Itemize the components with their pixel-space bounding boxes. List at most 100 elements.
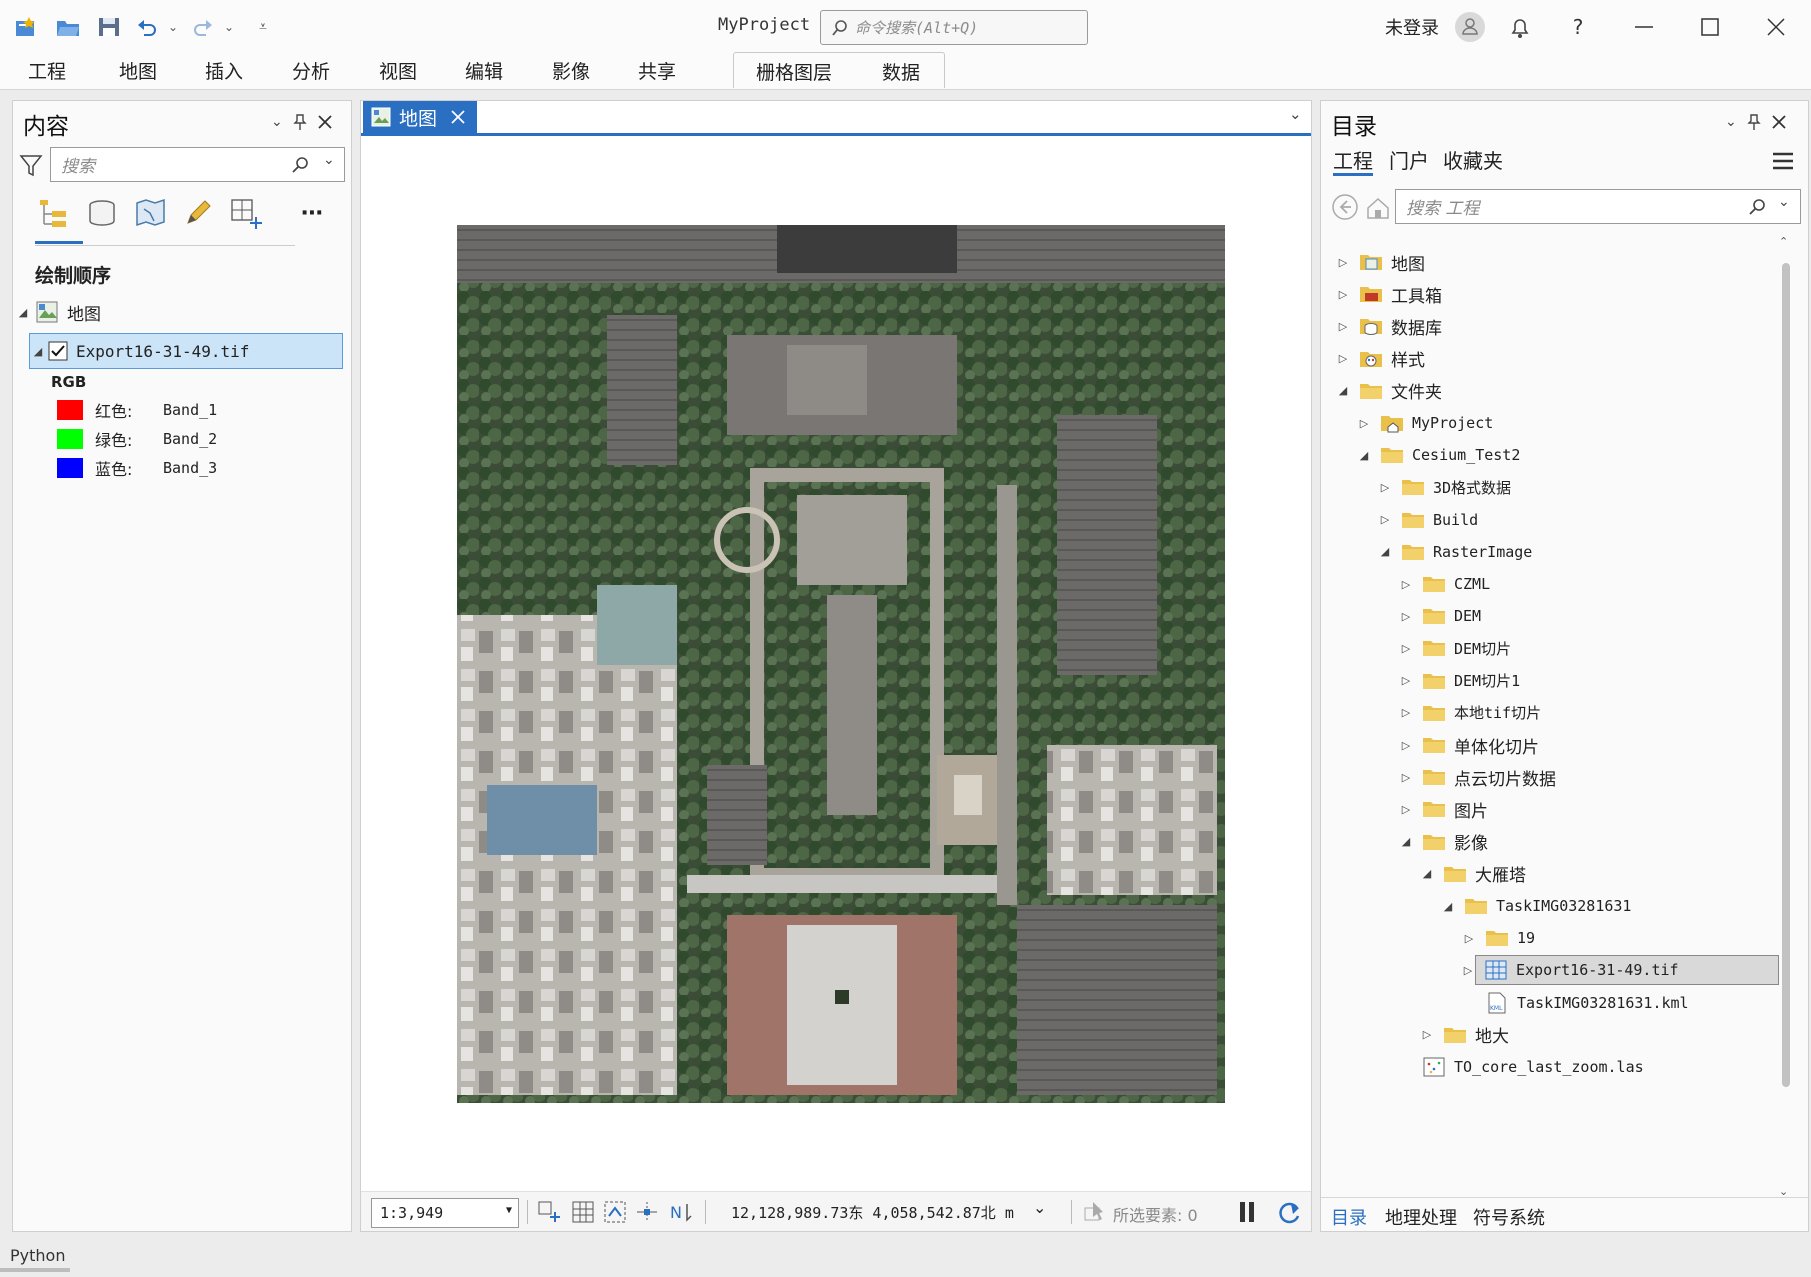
raster-imagery[interactable] [457,225,1225,1103]
filter-icon[interactable] [19,153,43,179]
back-arrow-icon[interactable] [1331,193,1359,221]
close-pane-icon[interactable] [317,114,333,130]
collapsed-triangle-icon[interactable]: ▷ [1379,513,1391,526]
catalog-scrollbar[interactable]: ⌃ ⌄ [1779,235,1793,1203]
contents-search-input[interactable]: 搜索 ⌄ [50,147,345,182]
customize-toolbar-icon[interactable]: ⩡ [252,12,274,42]
catalog-item[interactable]: ▷ 图片 [1400,794,1488,824]
catalog-item[interactable]: ▷ 样式 [1337,344,1425,374]
catalog-item[interactable]: ▷ 19 [1463,923,1535,953]
close-window-button[interactable] [1756,10,1796,44]
command-search-input[interactable]: 命令搜索(Alt+Q) [820,10,1088,45]
expanded-triangle-icon[interactable]: ◢ [1379,545,1391,558]
pin-icon[interactable] [293,113,307,131]
grid-icon[interactable] [571,1200,595,1224]
list-by-drawing-order-icon[interactable] [35,196,69,230]
tab-analysis[interactable]: 分析 [292,58,330,86]
catalog-tab-favorites[interactable]: 收藏夹 [1443,145,1503,174]
collapsed-triangle-icon[interactable]: ▷ [1400,706,1412,719]
open-project-icon[interactable] [52,12,84,42]
tab-edit[interactable]: 编辑 [465,58,503,86]
close-pane-icon[interactable] [1771,114,1787,130]
home-icon[interactable] [1365,195,1391,221]
collapsed-triangle-icon[interactable]: ▷ [1400,771,1412,784]
catalog-item catalog-item-selected[interactable]: ▷ Export16-31-49.tif [1464,955,1779,986]
redo-icon[interactable] [190,12,216,42]
tab-imagery[interactable]: 影像 [552,58,590,86]
catalog-search-input[interactable]: 搜索 工程 ⌄ [1395,189,1801,224]
collapsed-triangle-icon[interactable]: ▷ [1400,674,1412,687]
scale-selector[interactable]: 1:3,949 ▼ [371,1198,519,1228]
close-tab-icon[interactable] [451,110,465,124]
collapsed-triangle-icon[interactable]: ▷ [1337,320,1349,333]
collapsed-triangle-icon[interactable]: ▷ [1463,932,1475,945]
catalog-item[interactable]: ◢ 大雁塔 [1421,859,1526,889]
pin-icon[interactable] [1747,113,1761,131]
layer-visibility-checkbox[interactable] [48,341,68,361]
new-project-icon[interactable] [10,12,42,42]
tab-project[interactable]: 工程 [28,58,66,86]
refresh-icon[interactable] [1275,1198,1303,1226]
catalog-item[interactable]: ▷ 单体化切片 [1400,730,1539,760]
expanded-triangle-icon[interactable]: ◢ [1337,384,1349,397]
collapsed-triangle-icon[interactable]: ▷ [1400,642,1412,655]
catalog-item[interactable]: ▷ 点云切片数据 [1400,762,1556,792]
tab-list-chevron-icon[interactable]: ⌄ [1289,105,1302,123]
selected-features-icon[interactable] [1083,1200,1109,1224]
search-dropdown-chevron-icon[interactable]: ⌄ [323,152,335,168]
catalog-item[interactable]: ▷ CZML [1400,569,1490,599]
menu-icon[interactable] [1771,151,1795,171]
scrollbar-thumb[interactable] [1782,263,1790,1087]
collapsed-triangle-icon[interactable]: ▷ [1337,352,1349,365]
maximize-button[interactable] [1690,10,1730,44]
layer-row-selected[interactable]: ◢ Export16-31-49.tif [29,333,343,369]
pause-drawing-icon[interactable] [1237,1200,1257,1224]
minimize-button[interactable] [1624,10,1664,44]
list-by-snapping-icon[interactable] [229,196,263,230]
collapsed-triangle-icon[interactable]: ▷ [1337,256,1349,269]
search-dropdown-chevron-icon[interactable]: ⌄ [1778,194,1790,210]
scroll-up-icon[interactable]: ⌃ [1779,235,1788,248]
tab-map-view[interactable]: 地图 [363,101,477,133]
collapsed-triangle-icon[interactable]: ▷ [1379,481,1391,494]
collapsed-triangle-icon[interactable]: ▷ [1400,803,1412,816]
catalog-item[interactable]: ◢ 影像 [1400,827,1488,857]
catalog-item[interactable]: ▷ DEM切片1 [1400,666,1520,696]
collapsed-triangle-icon[interactable]: ▷ [1337,288,1349,301]
tab-raster-layer[interactable]: 栅格图层 [756,59,832,87]
north-arrow-icon[interactable]: N [669,1200,695,1224]
bottom-tab-geoprocessing[interactable]: 地理处理 [1385,1204,1457,1230]
expanded-triangle-icon[interactable]: ◢ [17,306,29,319]
list-by-editing-icon[interactable] [181,196,215,230]
list-by-data-source-icon[interactable] [85,196,119,230]
undo-dropdown-icon[interactable]: ⌄ [166,12,180,42]
pane-options-chevron-icon[interactable]: ⌄ [271,114,283,130]
redo-dropdown-icon[interactable]: ⌄ [222,12,236,42]
collapsed-triangle-icon[interactable]: ▷ [1400,739,1412,752]
expanded-triangle-icon[interactable]: ◢ [1400,835,1412,848]
catalog-item[interactable]: ▷ 本地tif切片 [1400,698,1541,728]
catalog-tab-portal[interactable]: 门户 [1389,145,1429,174]
tab-view[interactable]: 视图 [379,58,417,86]
collapsed-triangle-icon[interactable]: ▷ [1358,417,1370,430]
catalog-item[interactable]: ▷ 数据库 [1337,311,1442,341]
map-tree-row[interactable]: ◢ 地图 [17,297,101,327]
collapsed-triangle-icon[interactable]: ▷ [1400,610,1412,623]
save-project-icon[interactable] [94,12,126,42]
catalog-item[interactable]: ▷ DEM [1400,601,1481,631]
catalog-item[interactable]: ◢ RasterImage [1379,537,1533,567]
coordinate-units-dropdown-icon[interactable]: ⌄ [1033,1198,1046,1217]
scale-dropdown-icon[interactable]: ▼ [506,1205,512,1216]
catalog-item[interactable]: ▷ 工具箱 [1337,279,1442,309]
fixed-zoom-icon[interactable] [537,1200,561,1224]
catalog-item[interactable]: ◢ Cesium_Test2 [1358,440,1521,470]
catalog-tab-project[interactable]: 工程 [1333,145,1373,174]
help-icon[interactable]: ? [1558,10,1598,44]
grid-snap-icon[interactable] [603,1200,629,1224]
catalog-item[interactable]: ▷ 地大 [1421,1020,1509,1050]
catalog-item[interactable]: KML TaskIMG03281631.kml [1463,988,1689,1018]
catalog-item[interactable]: ▷ Build [1379,505,1478,535]
bottom-tab-symbology[interactable]: 符号系统 [1473,1204,1545,1230]
undo-icon[interactable] [134,12,160,42]
tab-insert[interactable]: 插入 [205,58,243,86]
